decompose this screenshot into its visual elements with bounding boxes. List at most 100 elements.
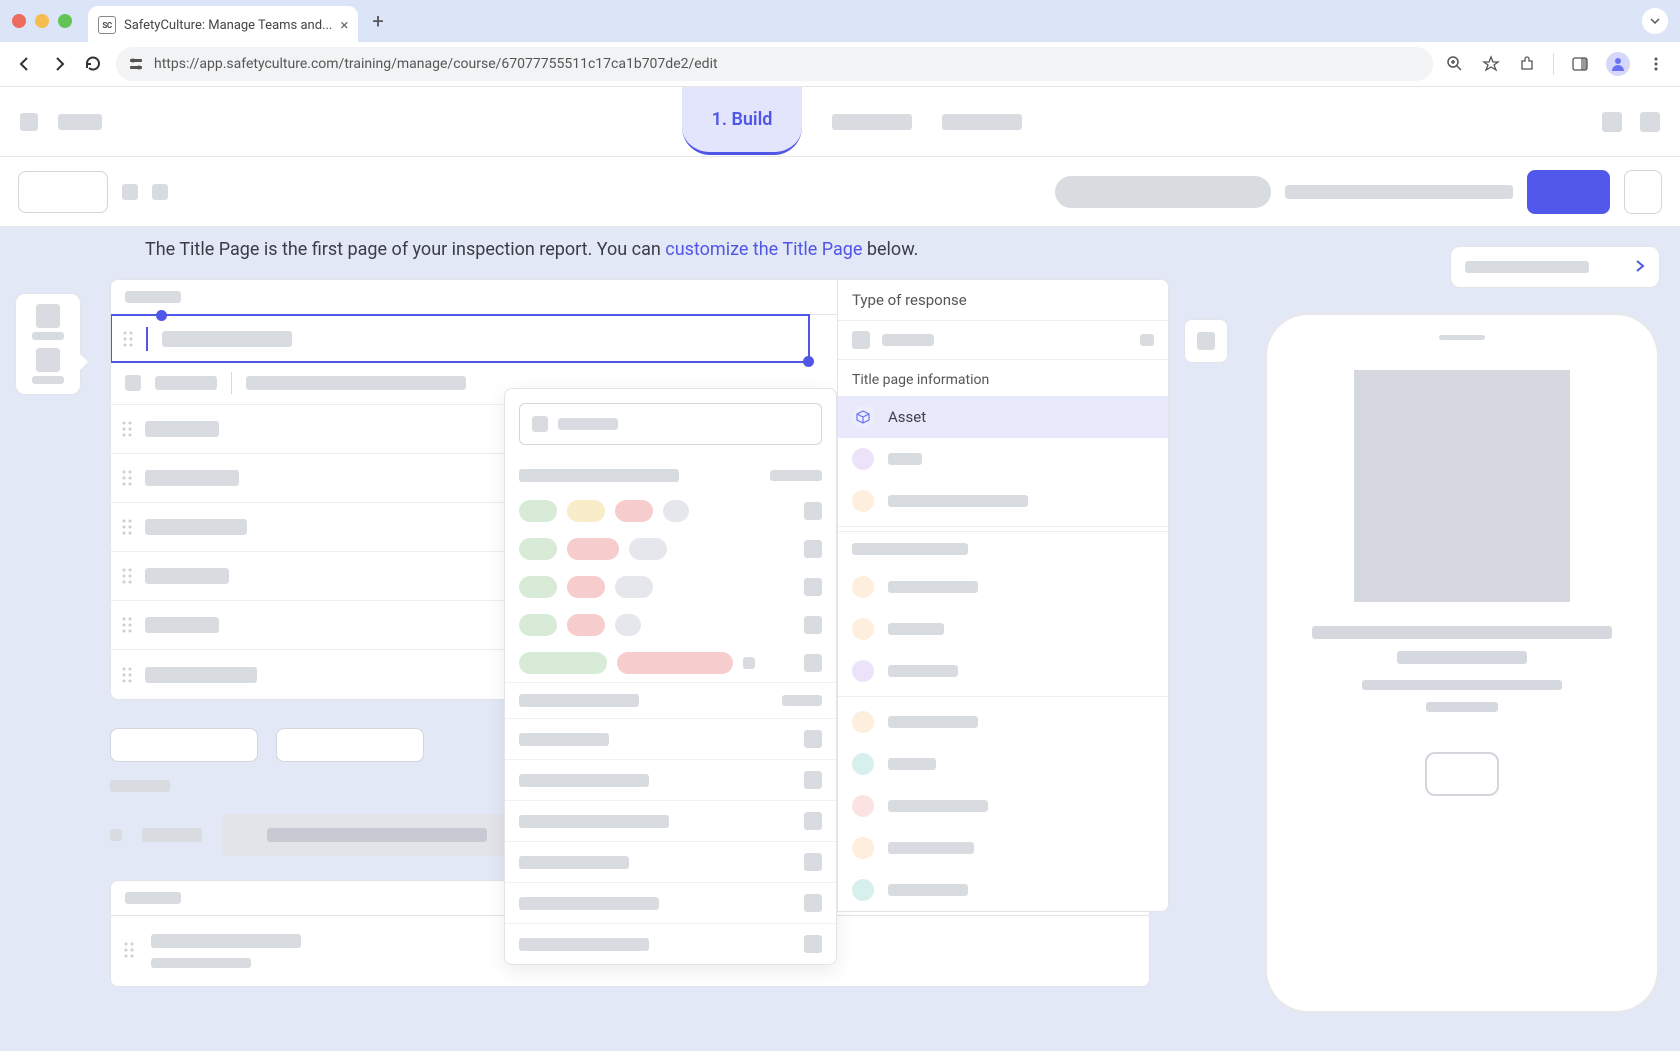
mobile-preview bbox=[1264, 312, 1660, 1014]
response-item[interactable] bbox=[838, 608, 1168, 650]
response-type-row[interactable] bbox=[505, 800, 836, 841]
drag-handle-icon[interactable] bbox=[121, 468, 133, 488]
extensions-icon[interactable] bbox=[1517, 54, 1537, 74]
select-indicator bbox=[804, 540, 822, 558]
floating-action-button[interactable] bbox=[1184, 319, 1228, 363]
drag-handle-icon[interactable] bbox=[121, 566, 133, 586]
response-item[interactable] bbox=[838, 566, 1168, 608]
response-set-row[interactable] bbox=[505, 568, 836, 606]
response-set-row[interactable] bbox=[505, 492, 836, 530]
primary-action-button[interactable] bbox=[1527, 170, 1610, 214]
forward-button[interactable] bbox=[48, 53, 70, 75]
response-group-header bbox=[838, 531, 1168, 566]
browser-tab[interactable]: SC SafetyCulture: Manage Teams and... × bbox=[88, 6, 358, 44]
response-type-row[interactable] bbox=[505, 841, 836, 882]
section-title bbox=[125, 291, 181, 303]
more-options-button[interactable] bbox=[1624, 170, 1662, 214]
zoom-icon[interactable] bbox=[1445, 54, 1465, 74]
drag-handle-icon[interactable] bbox=[121, 665, 133, 685]
back-icon[interactable] bbox=[20, 113, 38, 131]
response-item[interactable] bbox=[838, 701, 1168, 743]
response-item-label bbox=[888, 758, 936, 770]
response-type-panel: Type of response Title page information … bbox=[837, 279, 1169, 912]
tab-placeholder-3[interactable] bbox=[942, 114, 1022, 130]
meta-label-2[interactable] bbox=[246, 376, 466, 390]
response-options-panel bbox=[504, 388, 837, 965]
header-action-1[interactable] bbox=[1602, 112, 1622, 132]
footer-label bbox=[142, 828, 202, 842]
response-icon bbox=[852, 576, 874, 598]
response-item-label bbox=[888, 800, 988, 812]
response-item[interactable] bbox=[838, 785, 1168, 827]
menu-icon[interactable] bbox=[1646, 54, 1666, 74]
selected-response-display[interactable] bbox=[838, 320, 1168, 360]
bookmark-icon[interactable] bbox=[1481, 54, 1501, 74]
response-item[interactable] bbox=[838, 480, 1168, 522]
breadcrumb-item[interactable] bbox=[58, 114, 102, 130]
tab-overflow-button[interactable] bbox=[1642, 8, 1668, 34]
response-type-row[interactable] bbox=[505, 718, 836, 759]
info-banner: The Title Page is the first page of your… bbox=[0, 227, 1680, 270]
new-tab-button[interactable]: + bbox=[372, 9, 383, 33]
search-placeholder[interactable] bbox=[1055, 176, 1271, 208]
address-bar[interactable]: https://app.safetyculture.com/training/m… bbox=[116, 47, 1433, 81]
response-set-row[interactable] bbox=[505, 644, 836, 682]
customize-title-page-link[interactable]: customize the Title Page bbox=[665, 239, 862, 260]
search-placeholder bbox=[558, 418, 618, 430]
drag-handle-icon[interactable] bbox=[121, 615, 133, 635]
option-group-label bbox=[519, 469, 679, 482]
options-search[interactable] bbox=[519, 403, 822, 445]
response-set-row[interactable] bbox=[505, 606, 836, 644]
response-type-row[interactable] bbox=[505, 882, 836, 923]
toolbar-icon-2[interactable] bbox=[152, 184, 168, 200]
reload-button[interactable] bbox=[82, 53, 104, 75]
side-panel-icon[interactable] bbox=[1570, 54, 1590, 74]
close-window-button[interactable] bbox=[12, 14, 26, 28]
site-settings-icon[interactable] bbox=[128, 56, 144, 72]
add-question-button[interactable] bbox=[110, 728, 258, 762]
response-panel-header: Type of response bbox=[838, 280, 1168, 320]
meta-label-1[interactable] bbox=[155, 376, 217, 390]
drag-handle-icon[interactable] bbox=[121, 517, 133, 537]
response-icon bbox=[852, 711, 874, 733]
preview-button bbox=[1425, 752, 1499, 796]
response-item-label bbox=[888, 716, 978, 728]
response-item[interactable] bbox=[838, 650, 1168, 692]
question-row-selected[interactable] bbox=[110, 314, 810, 363]
drag-handle-icon[interactable] bbox=[121, 419, 133, 439]
template-dropdown[interactable] bbox=[18, 171, 108, 213]
response-item[interactable] bbox=[838, 743, 1168, 785]
footer-bar-1[interactable] bbox=[222, 814, 532, 856]
tab-placeholder-2[interactable] bbox=[832, 114, 912, 130]
close-tab-icon[interactable]: × bbox=[340, 16, 348, 34]
question-input-area[interactable] bbox=[146, 327, 798, 351]
response-item[interactable] bbox=[838, 438, 1168, 480]
back-button[interactable] bbox=[14, 53, 36, 75]
response-set-row[interactable] bbox=[505, 530, 836, 568]
preview-toggle-card[interactable] bbox=[1450, 246, 1660, 288]
drag-handle-icon[interactable] bbox=[123, 940, 135, 960]
response-item-label bbox=[888, 495, 1028, 507]
footer-icon bbox=[110, 829, 122, 841]
drag-handle-icon[interactable] bbox=[122, 329, 134, 349]
profile-avatar[interactable] bbox=[1606, 52, 1630, 76]
select-indicator bbox=[804, 502, 822, 520]
select-indicator bbox=[804, 654, 822, 672]
response-type-row[interactable] bbox=[505, 759, 836, 800]
minimize-window-button[interactable] bbox=[35, 14, 49, 28]
header-action-2[interactable] bbox=[1640, 112, 1660, 132]
divider bbox=[838, 526, 1168, 527]
response-item[interactable] bbox=[838, 869, 1168, 911]
toolbar-icon-1[interactable] bbox=[122, 184, 138, 200]
tab-build[interactable]: 1. Build bbox=[682, 87, 803, 155]
maximize-window-button[interactable] bbox=[58, 14, 72, 28]
response-type-row[interactable] bbox=[505, 923, 836, 964]
page-thumb-2[interactable] bbox=[26, 348, 70, 384]
preview-image-placeholder bbox=[1354, 370, 1570, 602]
response-type-row[interactable] bbox=[505, 682, 836, 718]
add-section-button[interactable] bbox=[276, 728, 424, 762]
option-header bbox=[505, 459, 836, 492]
response-item-asset[interactable]: Asset bbox=[838, 396, 1168, 438]
page-thumb-1[interactable] bbox=[26, 304, 70, 340]
response-item[interactable] bbox=[838, 827, 1168, 869]
